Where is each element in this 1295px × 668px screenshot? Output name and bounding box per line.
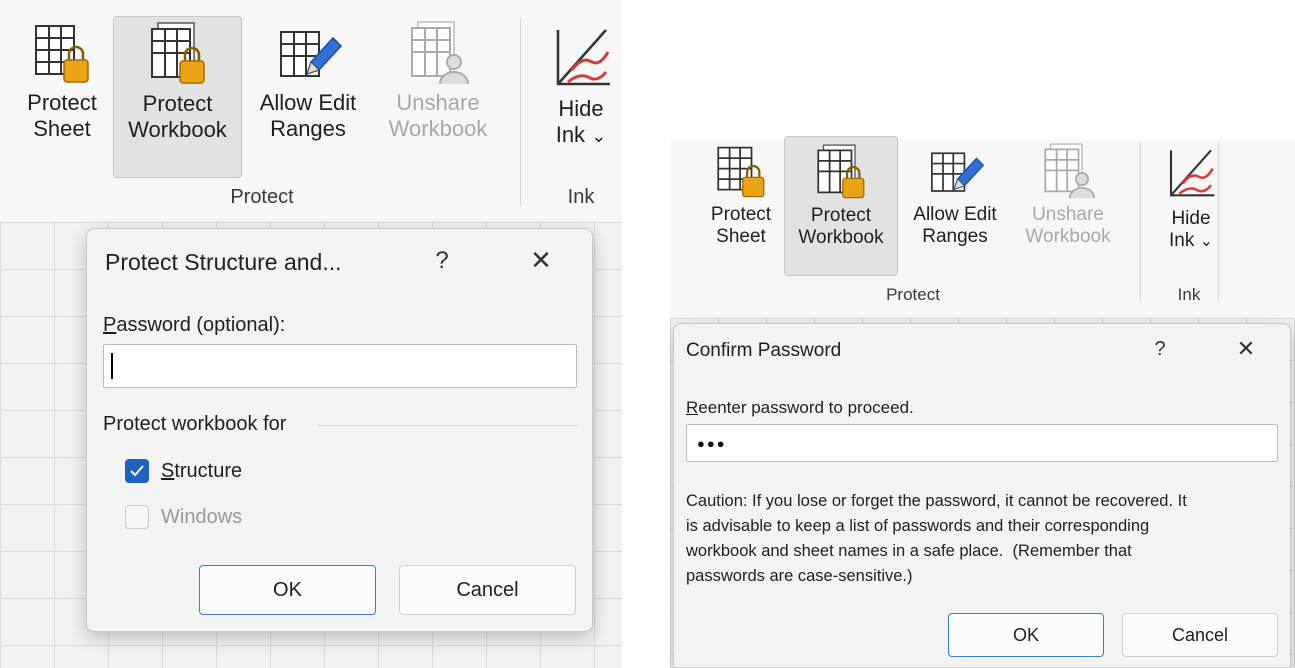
protect-sheet-label-1: Protect	[27, 90, 97, 115]
allow-edit-ranges-icon	[931, 152, 985, 192]
left-screenshot-panel: Protect Sheet Protect Workbook Allow Edi…	[0, 0, 622, 668]
password-mask: ●●●	[697, 436, 727, 451]
cancel-button[interactable]: Cancel	[399, 565, 576, 615]
hide-ink-label-1: Hide	[1171, 208, 1211, 229]
chevron-down-icon: ⌄	[591, 125, 607, 146]
sheet-lock-icon	[717, 146, 765, 198]
section-divider	[317, 425, 577, 426]
unshare-workbook-label-2: Workbook	[388, 115, 488, 141]
dialog-title: Protect Structure and...	[105, 249, 342, 275]
reenter-password-label: Reenter password to proceed.	[686, 398, 914, 418]
protect-workbook-button[interactable]: Protect Workbook	[784, 136, 898, 276]
caution-text: Caution: If you lose or forget the passw…	[686, 489, 1187, 589]
allow-edit-ranges-label-1: Allow Edit	[259, 90, 357, 115]
close-icon[interactable]: ✕	[523, 245, 559, 276]
hide-ink-label-text: Ink	[1168, 230, 1195, 252]
caution-line-4: passwords are case-sensitive.)	[686, 567, 913, 585]
protect-workbook-for-label: Protect workbook for	[103, 413, 287, 435]
structure-label-accesskey: S	[161, 459, 175, 482]
ribbon-separator	[520, 18, 521, 206]
caution-line-1: Caution: If you lose or forget the passw…	[686, 492, 1187, 510]
allow-edit-ranges-button[interactable]: Allow Edit Ranges	[900, 140, 1010, 276]
protect-sheet-label-2: Sheet	[716, 226, 766, 248]
ok-button[interactable]: OK	[948, 613, 1104, 657]
confirm-password-input[interactable]: ●●●	[686, 424, 1278, 462]
dialog-title: Confirm Password	[686, 340, 842, 361]
group-ink-label: Ink	[567, 186, 595, 208]
ok-button[interactable]: OK	[199, 565, 376, 615]
ribbon-separator	[1140, 142, 1141, 302]
help-icon[interactable]: ?	[1146, 338, 1174, 361]
chevron-down-icon: ⌄	[1199, 233, 1214, 251]
protect-workbook-label-2: Workbook	[128, 116, 227, 142]
unshare-workbook-button: Unshare Workbook	[374, 16, 502, 178]
protect-sheet-label-1: Protect	[710, 204, 772, 225]
ribbon-review: Protect Sheet Protect Workbook Allow Edi…	[0, 0, 622, 222]
cancel-button[interactable]: Cancel	[1122, 613, 1278, 657]
checkmark-icon	[130, 465, 144, 477]
caution-line-3: workbook and sheet names in a safe place…	[686, 542, 1132, 560]
confirm-password-dialog: Confirm Password ? ✕ Reenter password to…	[673, 323, 1291, 668]
workbook-lock-icon	[150, 22, 205, 84]
allow-edit-ranges-label-2: Ranges	[922, 226, 988, 248]
sheet-lock-icon	[35, 25, 89, 83]
ribbon-review: Protect Sheet Protect Workbook Allow Edi…	[670, 136, 1295, 318]
protect-workbook-button[interactable]: Protect Workbook	[113, 16, 242, 178]
unshare-workbook-icon	[1044, 143, 1096, 199]
allow-edit-ranges-button[interactable]: Allow Edit Ranges	[246, 16, 370, 178]
hide-ink-button[interactable]: Hide Ink ⌄	[540, 16, 622, 178]
text-caret	[111, 353, 113, 379]
windows-checkbox-row: Windows	[125, 505, 242, 529]
right-screenshot-panel: Protect Sheet Protect Workbook Allow Edi…	[670, 0, 1295, 668]
password-label-accesskey: P	[103, 314, 117, 336]
protect-workbook-label-1: Protect	[810, 205, 872, 226]
reenter-label-text: eenter password to proceed.	[698, 398, 914, 417]
structure-checkbox[interactable]	[125, 459, 149, 483]
ribbon-separator-right	[1218, 142, 1219, 302]
group-protect-label: Protect	[886, 285, 940, 304]
reenter-label-accesskey: R	[686, 398, 699, 417]
hide-ink-icon	[556, 29, 610, 86]
unshare-workbook-button: Unshare Workbook	[1010, 140, 1126, 276]
password-label-text: assword (optional):	[116, 314, 286, 336]
unshare-workbook-icon	[411, 21, 469, 85]
hide-ink-icon	[1169, 149, 1215, 197]
hide-ink-button[interactable]: Hide Ink ⌄	[1154, 140, 1228, 276]
protect-workbook-label-2: Workbook	[798, 227, 884, 249]
group-protect-label: Protect	[230, 186, 294, 208]
protect-sheet-button[interactable]: Protect Sheet	[698, 140, 784, 276]
help-icon[interactable]: ?	[427, 247, 457, 275]
hide-ink-label-1: Hide	[558, 96, 604, 121]
allow-edit-ranges-label-1: Allow Edit	[913, 204, 997, 225]
protect-structure-dialog: Protect Structure and... ? ✕ Password (o…	[86, 228, 593, 632]
password-input[interactable]	[103, 344, 577, 388]
allow-edit-ranges-icon	[280, 31, 343, 77]
structure-checkbox-row[interactable]: Structure	[125, 459, 242, 483]
unshare-workbook-label-2: Workbook	[1025, 226, 1111, 248]
password-label: Password (optional):	[103, 314, 285, 337]
hide-ink-label-2: Ink ⌄	[1154, 230, 1228, 252]
hide-ink-label-text: Ink	[555, 121, 586, 147]
caution-line-2: is advisable to keep a list of passwords…	[686, 517, 1150, 535]
windows-label: Windows	[161, 505, 243, 528]
unshare-workbook-label-1: Unshare	[396, 90, 480, 115]
group-ink-label: Ink	[1177, 285, 1201, 304]
protect-workbook-label-1: Protect	[142, 91, 213, 116]
unshare-workbook-label-1: Unshare	[1032, 204, 1104, 225]
structure-label-text: tructure	[174, 459, 243, 482]
allow-edit-ranges-label-2: Ranges	[270, 115, 346, 141]
close-icon[interactable]: ✕	[1230, 336, 1262, 362]
workbook-lock-icon	[817, 144, 865, 199]
protect-sheet-button[interactable]: Protect Sheet	[12, 16, 112, 178]
protect-sheet-label-2: Sheet	[33, 115, 91, 141]
windows-checkbox	[125, 505, 149, 529]
hide-ink-label-2: Ink ⌄	[540, 122, 622, 148]
structure-label: Structure	[161, 460, 242, 483]
